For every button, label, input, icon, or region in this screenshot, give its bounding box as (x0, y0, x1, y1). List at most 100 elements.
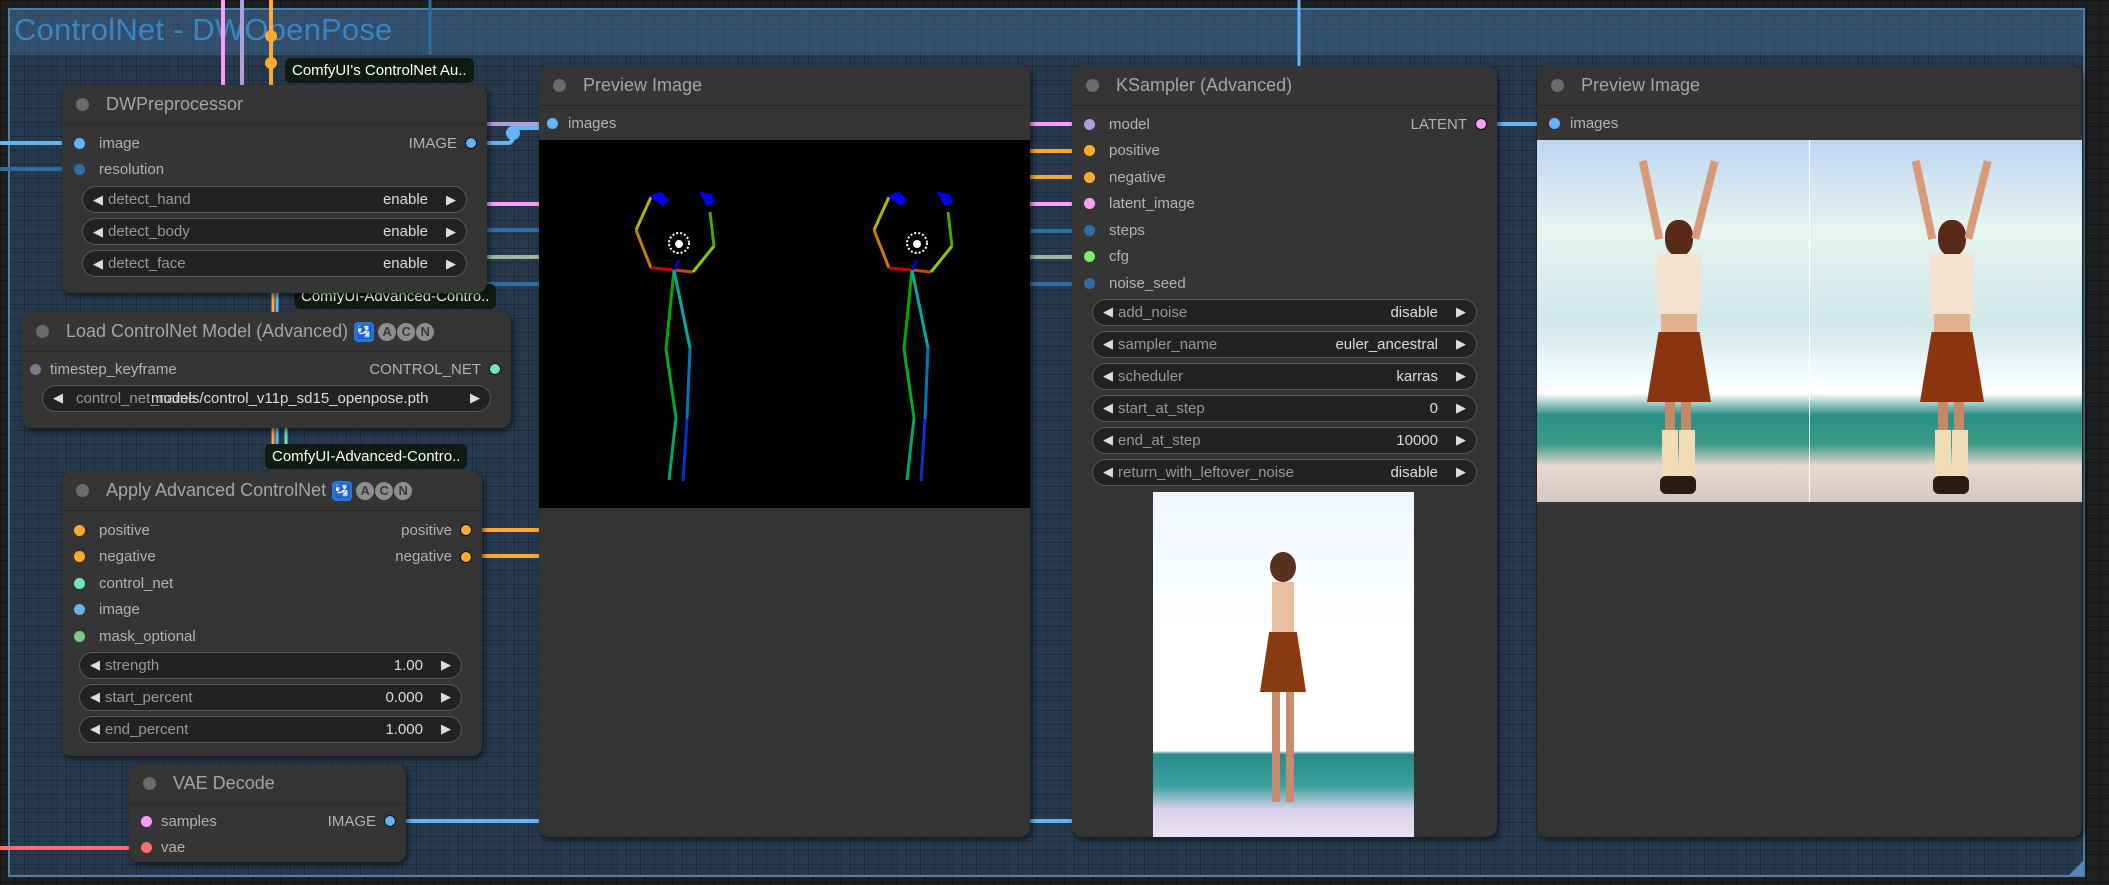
widget-strength[interactable]: ◀ strength 1.00 ▶ (79, 651, 462, 679)
output-positive[interactable]: positive (401, 517, 472, 544)
widget-value[interactable]: enable (383, 191, 428, 208)
slot-dot-icon[interactable] (1084, 145, 1095, 157)
node-header[interactable]: Apply Advanced ControlNet 🛂 A C N (62, 471, 482, 511)
right-arrow-icon[interactable]: ▶ (441, 689, 451, 705)
widget-value[interactable]: euler_ancestral (1335, 336, 1438, 353)
slot-dot-icon[interactable] (1084, 171, 1095, 183)
right-arrow-icon[interactable]: ▶ (470, 390, 480, 406)
slot-dot-icon[interactable] (465, 137, 477, 150)
widget-value[interactable]: 0 (1430, 400, 1438, 417)
node-apply-advanced-controlnet[interactable]: Apply Advanced ControlNet 🛂 A C N positi… (62, 471, 482, 756)
slot-dot-icon[interactable] (74, 164, 85, 176)
output-latent[interactable]: LATENT (1411, 111, 1487, 138)
left-arrow-icon[interactable]: ◀ (90, 657, 100, 673)
right-arrow-icon[interactable]: ▶ (1456, 336, 1466, 352)
collapse-dot-icon[interactable] (36, 325, 49, 338)
left-arrow-icon[interactable]: ◀ (1103, 336, 1113, 352)
right-arrow-icon[interactable]: ▶ (446, 192, 456, 208)
node-preview-image-result[interactable]: Preview Image images (1537, 66, 2082, 837)
right-arrow-icon[interactable]: ▶ (1456, 400, 1466, 416)
slot-dot-icon[interactable] (1084, 277, 1095, 289)
right-arrow-icon[interactable]: ▶ (441, 721, 451, 737)
right-arrow-icon[interactable]: ▶ (1456, 432, 1466, 448)
input-image[interactable]: image (74, 597, 140, 624)
input-vae[interactable]: vae (141, 835, 185, 862)
slot-dot-icon[interactable] (141, 842, 152, 854)
result-preview-images[interactable] (1537, 140, 2082, 502)
right-arrow-icon[interactable]: ▶ (446, 256, 456, 272)
right-arrow-icon[interactable]: ▶ (1456, 304, 1466, 320)
input-image[interactable]: image (74, 130, 140, 157)
node-preview-image-pose[interactable]: Preview Image images (539, 66, 1030, 837)
node-header[interactable]: Preview Image (539, 66, 1030, 106)
node-vae-decode[interactable]: VAE Decode samples IMAGE vae (129, 764, 406, 862)
result-image-1[interactable] (1537, 140, 1809, 502)
node-load-controlnet-advanced[interactable]: Load ControlNet Model (Advanced) 🛂 A C N… (22, 312, 511, 428)
slot-dot-icon[interactable] (1084, 198, 1095, 210)
left-arrow-icon[interactable]: ◀ (1103, 368, 1113, 384)
slot-dot-icon[interactable] (1549, 117, 1560, 129)
node-header[interactable]: DWPreprocessor (62, 85, 487, 125)
left-arrow-icon[interactable]: ◀ (1103, 464, 1113, 480)
slot-dot-icon[interactable] (489, 363, 501, 376)
input-cfg[interactable]: cfg (1084, 244, 1129, 271)
slot-dot-icon[interactable] (1084, 224, 1095, 236)
widget-add-noise[interactable]: ◀ add_noise disable ▶ (1092, 298, 1477, 326)
widget-end-percent[interactable]: ◀ end_percent 1.000 ▶ (79, 715, 462, 743)
input-resolution[interactable]: resolution (74, 157, 164, 184)
right-arrow-icon[interactable]: ▶ (441, 657, 451, 673)
right-arrow-icon[interactable]: ▶ (446, 224, 456, 240)
input-positive[interactable]: positive (1084, 138, 1160, 165)
node-dwpreprocessor[interactable]: DWPreprocessor image IMAGE resolution ◀ … (62, 85, 487, 293)
left-arrow-icon[interactable]: ◀ (1103, 304, 1113, 320)
slot-dot-icon[interactable] (74, 577, 85, 589)
widget-end-at-step[interactable]: ◀ end_at_step 10000 ▶ (1092, 426, 1477, 454)
widget-sampler-name[interactable]: ◀ sampler_name euler_ancestral ▶ (1092, 330, 1477, 358)
widget-detect-body[interactable]: ◀ detect_body enable ▶ (82, 218, 467, 245)
collapse-dot-icon[interactable] (1086, 79, 1099, 92)
widget-value[interactable]: enable (383, 223, 428, 240)
widget-value[interactable]: karras (1396, 368, 1438, 385)
slot-dot-icon[interactable] (460, 550, 472, 563)
slot-dot-icon[interactable] (74, 630, 85, 642)
output-negative[interactable]: negative (395, 544, 472, 571)
input-model[interactable]: model (1084, 111, 1150, 138)
input-latent-image[interactable]: latent_image (1084, 191, 1195, 218)
slot-dot-icon[interactable] (1084, 118, 1095, 130)
input-images[interactable]: images (1549, 110, 1618, 137)
widget-value[interactable]: disable (1390, 304, 1438, 321)
widget-return-with-leftover-noise[interactable]: ◀ return_with_leftover_noise disable ▶ (1092, 458, 1477, 486)
group-title-bar[interactable]: ControlNet - DWOpenPose (10, 10, 2083, 55)
widget-value[interactable]: 1.000 (385, 721, 423, 738)
left-arrow-icon[interactable]: ◀ (90, 689, 100, 705)
node-header[interactable]: KSampler (Advanced) (1072, 66, 1497, 106)
input-control-net[interactable]: control_net (74, 570, 173, 597)
left-arrow-icon[interactable]: ◀ (90, 721, 100, 737)
input-images[interactable]: images (547, 110, 616, 137)
widget-start-at-step[interactable]: ◀ start_at_step 0 ▶ (1092, 394, 1477, 422)
widget-detect-face[interactable]: ◀ detect_face enable ▶ (82, 250, 467, 277)
right-arrow-icon[interactable]: ▶ (1456, 368, 1466, 384)
output-image[interactable]: IMAGE (409, 130, 477, 157)
widget-control-net-name[interactable]: ◀ control_net_name models/control_v11p_s… (42, 384, 491, 412)
result-image-2[interactable] (1810, 140, 2082, 502)
slot-dot-icon[interactable] (1475, 118, 1487, 131)
slot-dot-icon[interactable] (74, 551, 85, 563)
slot-dot-icon[interactable] (141, 815, 152, 827)
pose-preview-image[interactable] (539, 140, 1030, 508)
node-header[interactable]: Load ControlNet Model (Advanced) 🛂 A C N (22, 312, 511, 352)
output-image[interactable]: IMAGE (328, 808, 396, 835)
output-control-net[interactable]: CONTROL_NET (369, 356, 501, 383)
input-noise-seed[interactable]: noise_seed (1084, 270, 1186, 297)
slot-dot-icon[interactable] (384, 815, 396, 828)
widget-scheduler[interactable]: ◀ scheduler karras ▶ (1092, 362, 1477, 390)
input-negative[interactable]: negative (74, 544, 156, 571)
latent-preview-image[interactable] (1153, 492, 1414, 837)
left-arrow-icon[interactable]: ◀ (93, 224, 103, 240)
left-arrow-icon[interactable]: ◀ (53, 390, 63, 406)
collapse-dot-icon[interactable] (76, 98, 89, 111)
input-positive[interactable]: positive (74, 517, 150, 544)
input-samples[interactable]: samples (141, 808, 217, 835)
node-header[interactable]: Preview Image (1537, 66, 2082, 106)
node-ksampler-advanced[interactable]: KSampler (Advanced) model LATENT positiv… (1072, 66, 1497, 837)
